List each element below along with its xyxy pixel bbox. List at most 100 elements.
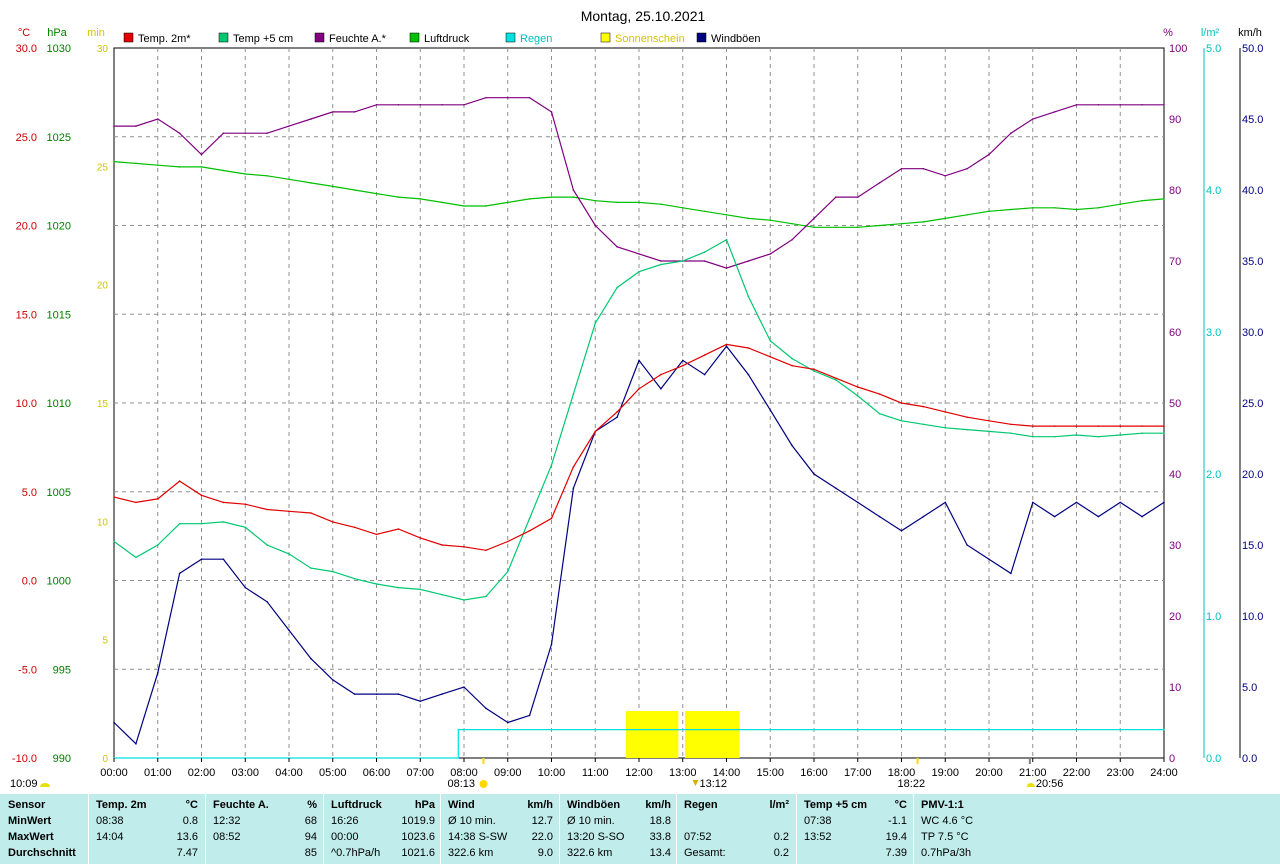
stats-cell-value: 0.2 [773,831,789,843]
data-point [1119,104,1122,106]
data-point [200,166,203,168]
humidity-tick-label: 90 [1169,114,1181,126]
data-point [857,386,859,388]
legend-label: Windböen [711,33,761,45]
legend-swatch [314,32,325,43]
stats-cell-label: 08:38 [96,815,124,827]
rain-tick-label: 5.0 [1206,43,1221,55]
x-tick-label: 17:00 [844,767,872,779]
data-point [878,393,881,395]
data-point [1010,208,1012,211]
stats-cell-label: Ø 10 min. [448,815,496,827]
x-tick-label: 10:00 [538,767,566,779]
pressure-tick-label: 1000 [47,576,71,588]
data-point [1075,208,1078,211]
data-point [550,111,553,113]
data-point [157,544,159,546]
data-point [813,217,815,220]
stats-cell-value: 1023.6 [401,831,435,843]
stats-cell-value: 13.4 [649,847,671,859]
data-point [791,444,793,447]
data-point [528,96,531,99]
data-point [288,178,290,181]
data-point [616,416,618,419]
pressure-tick-label: 1030 [47,43,71,55]
data-point [857,395,859,397]
data-point [375,104,378,106]
data-point [813,368,815,371]
data-point [878,224,881,227]
data-point [966,428,968,431]
temp-tick-label: 5.0 [22,487,37,499]
data-point [419,588,422,591]
x-tick-label: 01:00 [144,767,172,779]
data-point [769,253,772,255]
data-point [900,402,903,404]
noon-label: 13:12 [700,778,728,790]
data-point [441,544,443,546]
temp-unit-label: °C [18,27,30,39]
data-point [660,373,662,376]
data-point [135,501,137,504]
temp-tick-label: -5.0 [18,664,37,676]
data-point [638,253,640,255]
x-tick-label: 06:00 [363,767,391,779]
data-point [944,217,947,220]
data-point [332,111,334,113]
data-point [113,496,115,498]
x-tick-label: 13:00 [669,767,697,779]
stats-divider [796,794,797,864]
data-point [419,198,422,200]
data-point [922,221,925,223]
data-point [1032,435,1034,438]
rain-tick-label: 1.0 [1206,611,1221,623]
wind-tick-label: 50.0 [1242,43,1263,55]
data-point [725,267,728,269]
data-point [616,286,618,289]
stats-cell-label: 08:52 [213,831,241,843]
data-point [791,357,793,360]
data-point [1141,425,1143,427]
stats-divider [88,794,89,864]
data-point [397,528,400,530]
data-point [1119,203,1122,205]
stats-column-header: Feuchte A. [213,799,269,811]
data-point [353,693,356,695]
chart-title: Montag, 25.10.2021 [581,8,706,24]
stats-cell-label: 07:52 [684,831,712,843]
temp-tick-label: 15.0 [16,309,37,321]
stats-cell-value: 68 [304,815,317,827]
data-point [638,201,640,204]
data-point [1097,515,1100,518]
sunrise-label: 08:13 [447,778,475,790]
wind-tick-label: 20.0 [1242,469,1263,481]
temp-tick-label: 25.0 [16,132,37,144]
data-point [507,540,509,543]
data-point [113,721,115,724]
stats-column-unit: km/h [527,799,553,811]
data-point [725,214,728,216]
x-tick-label: 12:00 [625,767,653,779]
stats-column-unit: km/h [645,799,671,811]
data-point [682,260,684,262]
data-point [244,173,247,175]
data-point [528,530,531,532]
rain-tick-label: 0.0 [1206,753,1221,765]
stats-column-header: Luftdruck [331,799,382,811]
data-point [900,420,903,422]
data-point [616,411,618,413]
stats-divider [205,794,206,864]
data-point [1097,104,1100,106]
data-point [244,503,247,506]
data-point [550,643,553,646]
stats-cell-value: 13.6 [176,831,198,843]
moonset-label: 10:09 [10,778,38,790]
data-point [310,567,312,569]
wind-tick-label: 45.0 [1242,114,1263,126]
x-tick-label: 03:00 [231,767,259,779]
data-point [507,570,509,573]
data-point [457,728,460,731]
data-point [135,743,137,745]
stats-column-unit: °C [185,799,198,811]
data-point [550,517,553,520]
